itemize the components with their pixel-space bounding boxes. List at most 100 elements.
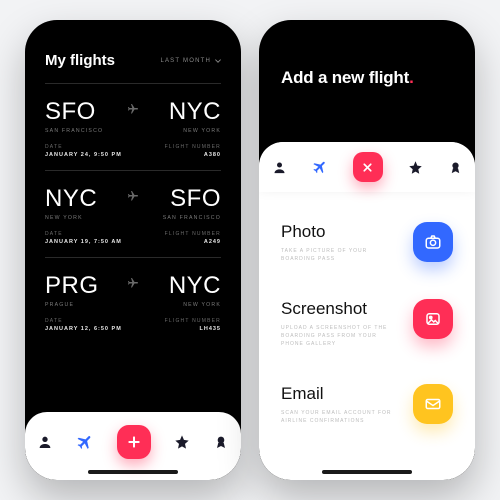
plane-icon xyxy=(121,189,145,217)
page-title: My flights xyxy=(45,52,115,69)
flight-meta: DATE JANUARY 19, 7:50 AM FLIGHT NUMBER A… xyxy=(45,231,221,245)
flight-number-col: FLIGHT NUMBER A249 xyxy=(165,231,221,245)
option-text: Email SCAN YOUR EMAIL ACCOUNT FOR AIRLIN… xyxy=(281,384,413,425)
tab-profile[interactable] xyxy=(272,160,287,175)
destination: NYC NEW YORK xyxy=(145,272,221,308)
flight-number-value: LH435 xyxy=(165,326,221,332)
filter-dropdown[interactable]: LAST MONTH xyxy=(160,58,221,64)
tab-awards[interactable] xyxy=(448,160,463,175)
star-icon xyxy=(408,160,423,175)
close-icon xyxy=(361,161,374,174)
origin-code: PRG xyxy=(45,272,121,300)
flight-number-label: FLIGHT NUMBER xyxy=(165,231,221,237)
origin: NYC NEW YORK xyxy=(45,185,121,221)
accent-dot: . xyxy=(409,68,414,87)
page-title: Add a new flight. xyxy=(281,68,453,88)
date-col: DATE JANUARY 24, 9:50 PM xyxy=(45,144,122,158)
tab-favorites[interactable] xyxy=(408,160,423,175)
option-photo[interactable]: Photo TAKE A PICTURE OF YOUR BOARDING PA… xyxy=(281,204,453,281)
award-icon xyxy=(448,160,463,175)
tab-favorites[interactable] xyxy=(174,434,190,450)
date-label: DATE xyxy=(45,144,122,150)
tab-awards[interactable] xyxy=(213,434,229,450)
flight-number-label: FLIGHT NUMBER xyxy=(165,144,221,150)
hero: Add a new flight. xyxy=(259,20,475,114)
flight-meta: DATE JANUARY 24, 9:50 PM FLIGHT NUMBER A… xyxy=(45,144,221,158)
filter-label: LAST MONTH xyxy=(160,58,211,64)
origin-code: NYC xyxy=(45,185,121,213)
home-indicator xyxy=(322,470,412,474)
tab-flights[interactable] xyxy=(312,159,328,175)
destination-code: SFO xyxy=(145,185,221,213)
header: My flights LAST MONTH xyxy=(25,20,241,83)
origin: PRG PRAGUE xyxy=(45,272,121,308)
date-value: JANUARY 12, 6:50 PM xyxy=(45,326,122,332)
destination-code: NYC xyxy=(145,272,221,300)
plus-icon xyxy=(126,434,142,450)
origin-city: NEW YORK xyxy=(45,215,121,221)
flight-number-label: FLIGHT NUMBER xyxy=(165,318,221,324)
option-text: Screenshot UPLOAD A SCREENSHOT OF THE BO… xyxy=(281,299,413,348)
flight-number-value: A249 xyxy=(165,239,221,245)
plane-icon xyxy=(312,159,328,175)
mail-icon xyxy=(424,395,442,413)
plane-icon xyxy=(121,102,145,130)
date-label: DATE xyxy=(45,318,122,324)
profile-icon xyxy=(37,434,53,450)
flight-number-col: FLIGHT NUMBER LH435 xyxy=(165,318,221,332)
origin-code: SFO xyxy=(45,98,121,126)
tab-profile[interactable] xyxy=(37,434,53,450)
award-icon xyxy=(213,434,229,450)
option-subtitle: UPLOAD A SCREENSHOT OF THE BOARDING PASS… xyxy=(281,324,401,348)
option-subtitle: SCAN YOUR EMAIL ACCOUNT FOR AIRLINE CONF… xyxy=(281,409,401,425)
flight-route: NYC NEW YORK SFO SAN FRANCISCO xyxy=(45,185,221,221)
date-label: DATE xyxy=(45,231,122,237)
origin-city: PRAGUE xyxy=(45,302,121,308)
phone-add-flight: Add a new flight. Photo TAKE A PICTURE O… xyxy=(259,20,475,480)
destination-city: NEW YORK xyxy=(145,128,221,134)
flight-number-value: A380 xyxy=(165,152,221,158)
option-title: Photo xyxy=(281,222,401,242)
option-icon-box xyxy=(413,299,453,339)
destination-city: NEW YORK xyxy=(145,302,221,308)
option-title: Email xyxy=(281,384,401,404)
date-col: DATE JANUARY 19, 7:50 AM xyxy=(45,231,122,245)
destination-code: NYC xyxy=(145,98,221,126)
date-value: JANUARY 19, 7:50 AM xyxy=(45,239,122,245)
date-value: JANUARY 24, 9:50 PM xyxy=(45,152,122,158)
origin-city: SAN FRANCISCO xyxy=(45,128,121,134)
phone-my-flights: My flights LAST MONTH SFO SAN FRANCISCO … xyxy=(25,20,241,480)
destination-city: SAN FRANCISCO xyxy=(145,215,221,221)
flight-route: SFO SAN FRANCISCO NYC NEW YORK xyxy=(45,98,221,134)
option-icon-box xyxy=(413,384,453,424)
destination: SFO SAN FRANCISCO xyxy=(145,185,221,221)
flight-card[interactable]: NYC NEW YORK SFO SAN FRANCISCO DATE JANU… xyxy=(45,170,221,257)
image-icon xyxy=(424,310,442,328)
camera-icon xyxy=(424,233,442,251)
destination: NYC NEW YORK xyxy=(145,98,221,134)
profile-icon xyxy=(272,160,287,175)
options-sheet: Photo TAKE A PICTURE OF YOUR BOARDING PA… xyxy=(259,142,475,480)
tab-flights[interactable] xyxy=(76,433,94,451)
option-email[interactable]: Email SCAN YOUR EMAIL ACCOUNT FOR AIRLIN… xyxy=(281,366,453,443)
date-col: DATE JANUARY 12, 6:50 PM xyxy=(45,318,122,332)
star-icon xyxy=(174,434,190,450)
flight-number-col: FLIGHT NUMBER A380 xyxy=(165,144,221,158)
flight-card[interactable]: SFO SAN FRANCISCO NYC NEW YORK DATE JANU… xyxy=(45,83,221,170)
home-indicator xyxy=(88,470,178,474)
plane-icon xyxy=(121,276,145,304)
option-screenshot[interactable]: Screenshot UPLOAD A SCREENSHOT OF THE BO… xyxy=(281,281,453,366)
origin: SFO SAN FRANCISCO xyxy=(45,98,121,134)
tab-close-button[interactable] xyxy=(353,152,383,182)
option-subtitle: TAKE A PICTURE OF YOUR BOARDING PASS xyxy=(281,247,401,263)
tab-bar xyxy=(259,142,475,192)
flight-card[interactable]: PRG PRAGUE NYC NEW YORK DATE JANUARY 12,… xyxy=(45,257,221,344)
tab-add-button[interactable] xyxy=(117,425,151,459)
chevron-down-icon xyxy=(215,59,221,63)
hero-title-text: Add a new flight xyxy=(281,68,409,87)
flight-list: SFO SAN FRANCISCO NYC NEW YORK DATE JANU… xyxy=(25,83,241,344)
flight-route: PRG PRAGUE NYC NEW YORK xyxy=(45,272,221,308)
option-icon-box xyxy=(413,222,453,262)
plane-icon xyxy=(76,433,94,451)
option-title: Screenshot xyxy=(281,299,401,319)
